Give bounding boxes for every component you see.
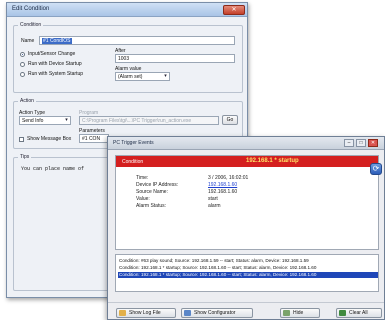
detail-value-source: 192.168.1.60 [208, 189, 238, 195]
events-window-title: PC Trigger Events [113, 140, 154, 146]
refresh-icon[interactable]: ⟳ [370, 163, 382, 175]
name-field[interactable]: #1 CondIOS [39, 36, 235, 45]
action-type-dropdown[interactable]: Send Info ▾ [19, 116, 71, 125]
alarm-value-selected: (Alarm set) [118, 74, 143, 80]
close-button[interactable]: ✕ [223, 5, 245, 15]
radio-label-run-device-startup: Run with Device Startup [28, 61, 82, 67]
after-field[interactable]: 1003 [115, 54, 235, 63]
show-log-file-label: Show Log File [129, 310, 161, 316]
radio-run-system-startup[interactable] [20, 72, 25, 77]
hide-button[interactable]: Hide [280, 308, 320, 318]
tips-group-label: Tips [18, 154, 32, 160]
configurator-icon [184, 310, 191, 316]
alarm-value-dropdown[interactable]: (Alarm set) ▾ [115, 72, 170, 81]
action-group-label: Action [18, 98, 36, 104]
event-header-bar: Condition 192.168.1 * startup [116, 156, 378, 167]
action-type-selected: Send Info [22, 118, 44, 124]
log-file-icon [119, 310, 126, 316]
radio-input-sensor-change[interactable] [20, 52, 25, 57]
chevron-down-icon: ▾ [65, 117, 68, 123]
edit-condition-titlebar[interactable]: Edit Condition ✕ [7, 3, 247, 17]
detail-label-time: Time: [136, 175, 149, 181]
window-title: Edit Condition [12, 6, 50, 12]
event-header-title: 192.168.1 * startup [246, 158, 299, 164]
radio-run-device-startup[interactable] [20, 62, 25, 67]
detail-label-source: Source Name: [136, 189, 168, 195]
parameters-value: #1 CON [82, 136, 101, 142]
hide-icon [283, 310, 290, 316]
detail-label-value: Value: [136, 196, 150, 202]
parameters-field[interactable]: #1 CON [79, 134, 109, 143]
maximize-button[interactable]: □ [356, 139, 366, 147]
program-value: C:\Program Files\tgi\...\PC Trigger\run_… [82, 118, 192, 124]
detail-label-alarm: Alarm Status: [136, 203, 167, 209]
name-value: #1 CondIOS [42, 38, 72, 44]
program-field[interactable]: C:\Program Files\tgi\...\PC Trigger\run_… [79, 116, 219, 125]
go-button[interactable]: Go [222, 115, 238, 125]
bottom-toolbar: Show Log File Show Configurator Hide Cle… [108, 302, 384, 319]
show-message-box-label: Show Message Box [27, 136, 72, 142]
log-row[interactable]: Condition: 192.168.1 * startup; Source: … [118, 265, 378, 271]
event-header-left: Condition [122, 159, 144, 165]
log-row-selected[interactable]: Condition: 192.168.1 * startup; Source: … [118, 272, 378, 278]
close-button[interactable]: ✕ [368, 139, 378, 147]
trigger-events-window: PC Trigger Events – □ ✕ Condition 192.16… [107, 136, 385, 320]
show-configurator-button[interactable]: Show Configurator [181, 308, 253, 318]
trigger-events-titlebar[interactable]: PC Trigger Events – □ ✕ [108, 137, 384, 150]
log-row[interactable]: Condition: #63 play sound; Source: 192.1… [118, 258, 378, 264]
clear-all-label: Clear All [349, 310, 368, 316]
chevron-down-icon: ▾ [164, 73, 167, 79]
condition-group-label: Condition [18, 22, 44, 28]
event-detail-panel: Condition 192.168.1 * startup Time: 3 / … [115, 155, 379, 250]
minimize-button[interactable]: – [344, 139, 354, 147]
after-value: 1003 [118, 56, 130, 62]
detail-value-value: start [208, 196, 218, 202]
radio-label-run-system-startup: Run with System Startup [28, 71, 84, 77]
detail-value-alarm: alarm [208, 203, 221, 209]
detail-value-time: 3 / 2006, 16:02:01 [208, 175, 249, 181]
detail-label-ip: Device IP Address: [136, 182, 179, 188]
tips-text: You can place name of [21, 166, 85, 172]
detail-value-ip-link[interactable]: 192.168.1.60 [208, 182, 237, 188]
show-configurator-label: Show Configurator [194, 310, 236, 316]
hide-label: Hide [293, 310, 304, 316]
event-log-list[interactable]: Condition: #63 play sound; Source: 192.1… [115, 254, 379, 292]
clear-all-button[interactable]: Clear All [336, 308, 382, 318]
show-message-box-checkbox[interactable] [19, 137, 24, 142]
clear-icon [339, 310, 346, 316]
radio-label-input-sensor-change: Input/Sensor Change [28, 51, 76, 57]
name-label: Name [21, 38, 35, 44]
show-log-file-button[interactable]: Show Log File [116, 308, 176, 318]
